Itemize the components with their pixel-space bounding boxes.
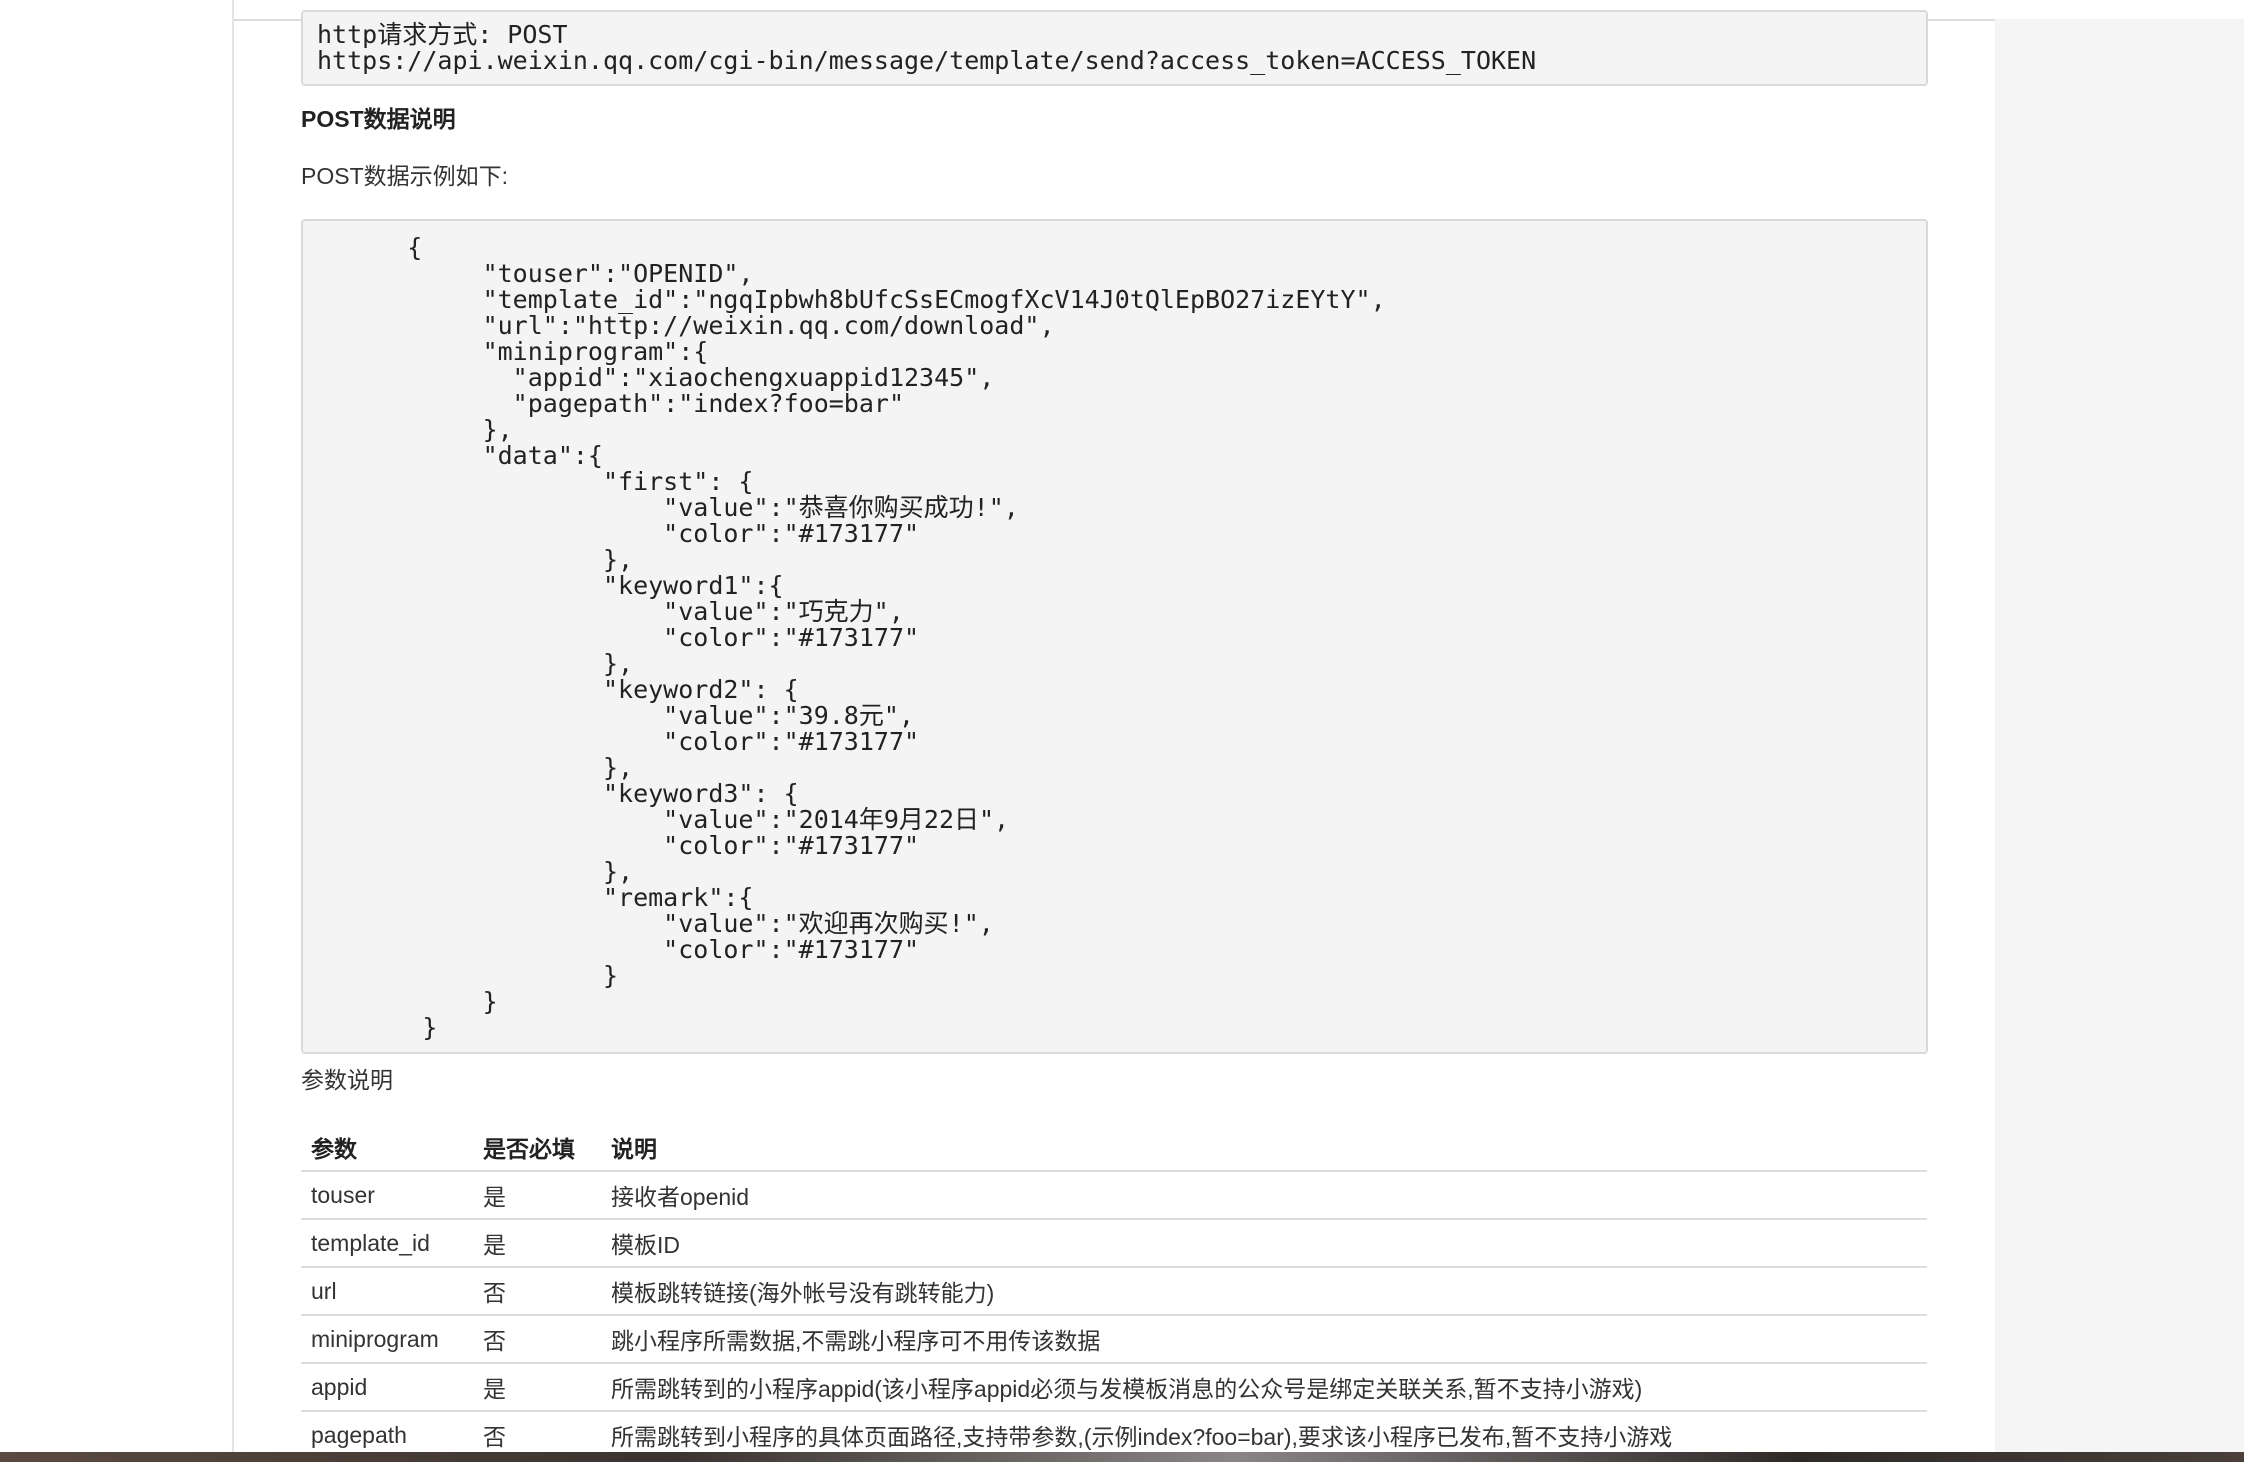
param-description: 接收者openid [601, 1171, 1927, 1220]
table-row: appid 是 所需跳转到的小程序appid(该小程序appid必须与发模板消息… [301, 1363, 1927, 1412]
param-name: appid [301, 1363, 473, 1412]
param-required: 是 [473, 1363, 601, 1412]
param-required: 否 [473, 1315, 601, 1364]
params-section-title: 参数说明 [301, 1067, 393, 1093]
request-url-line: https://api.weixin.qq.com/cgi-bin/messag… [317, 46, 1537, 75]
param-name: miniprogram [301, 1315, 473, 1364]
params-table: 参数 是否必填 说明 touser 是 接收者openid template_i… [301, 1124, 1927, 1460]
right-page-gutter [1995, 19, 2244, 1452]
header-description: 说明 [601, 1124, 1927, 1172]
left-page-gutter [0, 0, 234, 1452]
header-required: 是否必填 [473, 1124, 601, 1172]
table-row: touser 是 接收者openid [301, 1171, 1927, 1220]
table-row: template_id 是 模板ID [301, 1219, 1927, 1268]
post-example-code-block: { "touser":"OPENID", "template_id":"ngqI… [301, 219, 1928, 1054]
param-required: 是 [473, 1219, 601, 1268]
param-description: 模板跳转链接(海外帐号没有跳转能力) [601, 1267, 1927, 1316]
param-required: 否 [473, 1267, 601, 1316]
param-description: 所需跳转到的小程序appid(该小程序appid必须与发模板消息的公众号是绑定关… [601, 1363, 1927, 1412]
post-data-intro: POST数据示例如下: [301, 163, 509, 189]
header-param: 参数 [301, 1124, 473, 1172]
param-description: 模板ID [601, 1219, 1927, 1268]
param-description: 跳小程序所需数据,不需跳小程序可不用传该数据 [601, 1315, 1927, 1364]
param-name: template_id [301, 1219, 473, 1268]
param-name: url [301, 1267, 473, 1316]
request-code-block: http请求方式: POST https://api.weixin.qq.com… [301, 10, 1928, 86]
request-method-line: http请求方式: POST [317, 20, 568, 49]
param-required: 是 [473, 1171, 601, 1220]
taskbar-strip [0, 1452, 2244, 1462]
params-table-header-row: 参数 是否必填 说明 [301, 1124, 1927, 1172]
table-row: url 否 模板跳转链接(海外帐号没有跳转能力) [301, 1267, 1927, 1316]
param-name: touser [301, 1171, 473, 1220]
post-data-heading: POST数据说明 [301, 106, 456, 132]
table-row: miniprogram 否 跳小程序所需数据,不需跳小程序可不用传该数据 [301, 1315, 1927, 1364]
